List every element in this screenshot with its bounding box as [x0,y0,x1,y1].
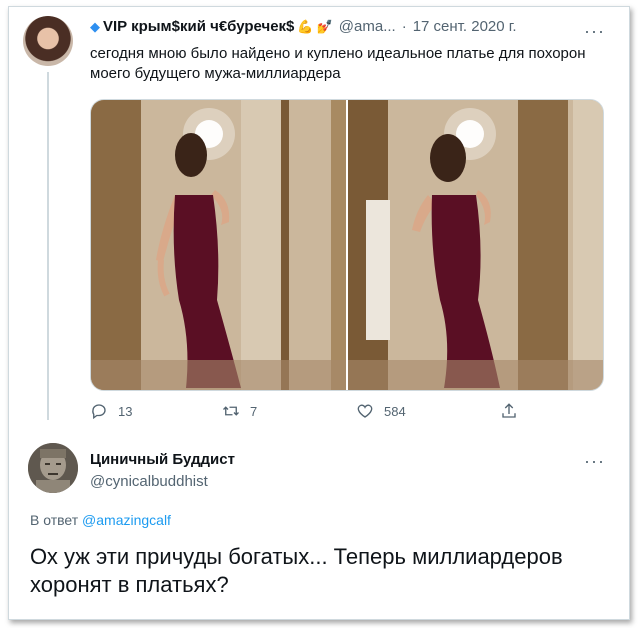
like-button[interactable]: 584 [356,402,406,420]
retweet-button[interactable]: 7 [222,402,257,420]
tweet-text: сегодня мною было найдено и куплено идеа… [90,45,586,82]
nail-polish-icon: 💅 [316,19,333,34]
photo-2[interactable] [348,100,603,390]
more-icon[interactable]: ··· [584,452,605,470]
retweet-count: 7 [250,403,258,419]
tweet-actions: 13 7 584 [90,402,520,422]
avatar[interactable] [28,443,78,493]
reply-button[interactable]: 13 [90,402,132,420]
author-name[interactable]: Циничный Буддист [90,451,235,468]
like-count: 584 [384,403,406,419]
strong-arm-icon: 💪 [297,19,314,34]
date-separator: · [401,18,407,35]
reply-prefix: В ответ [30,512,79,528]
tweet-header: ◆ VIP крым$кий ч€буречек$ 💪 💅 @ama... · … [90,18,517,36]
share-icon [502,403,516,418]
more-icon[interactable]: ··· [584,22,605,40]
reply-context: В ответ @amazingcalf [30,512,171,528]
tweet-date[interactable]: 17 сент. 2020 г. [413,18,517,36]
share-button[interactable] [500,402,528,420]
thread-line [47,72,49,420]
author-handle[interactable]: @cynicalbuddhist [90,473,208,490]
reply-count: 13 [118,403,133,419]
author-name[interactable]: VIP крым$кий ч€буречек$ [103,18,294,36]
tweet-media[interactable] [90,99,604,391]
like-icon [357,404,373,418]
avatar[interactable] [23,16,73,66]
photo-1[interactable] [91,100,346,390]
reply-handle-link[interactable]: @amazingcalf [82,512,171,528]
verified-icon: ◆ [90,19,100,34]
retweet-icon [223,406,239,416]
tweet-text: Ох уж эти причуды богатых... Теперь милл… [30,544,563,597]
author-handle[interactable]: @ama... [339,18,396,36]
reply-icon [92,404,106,420]
